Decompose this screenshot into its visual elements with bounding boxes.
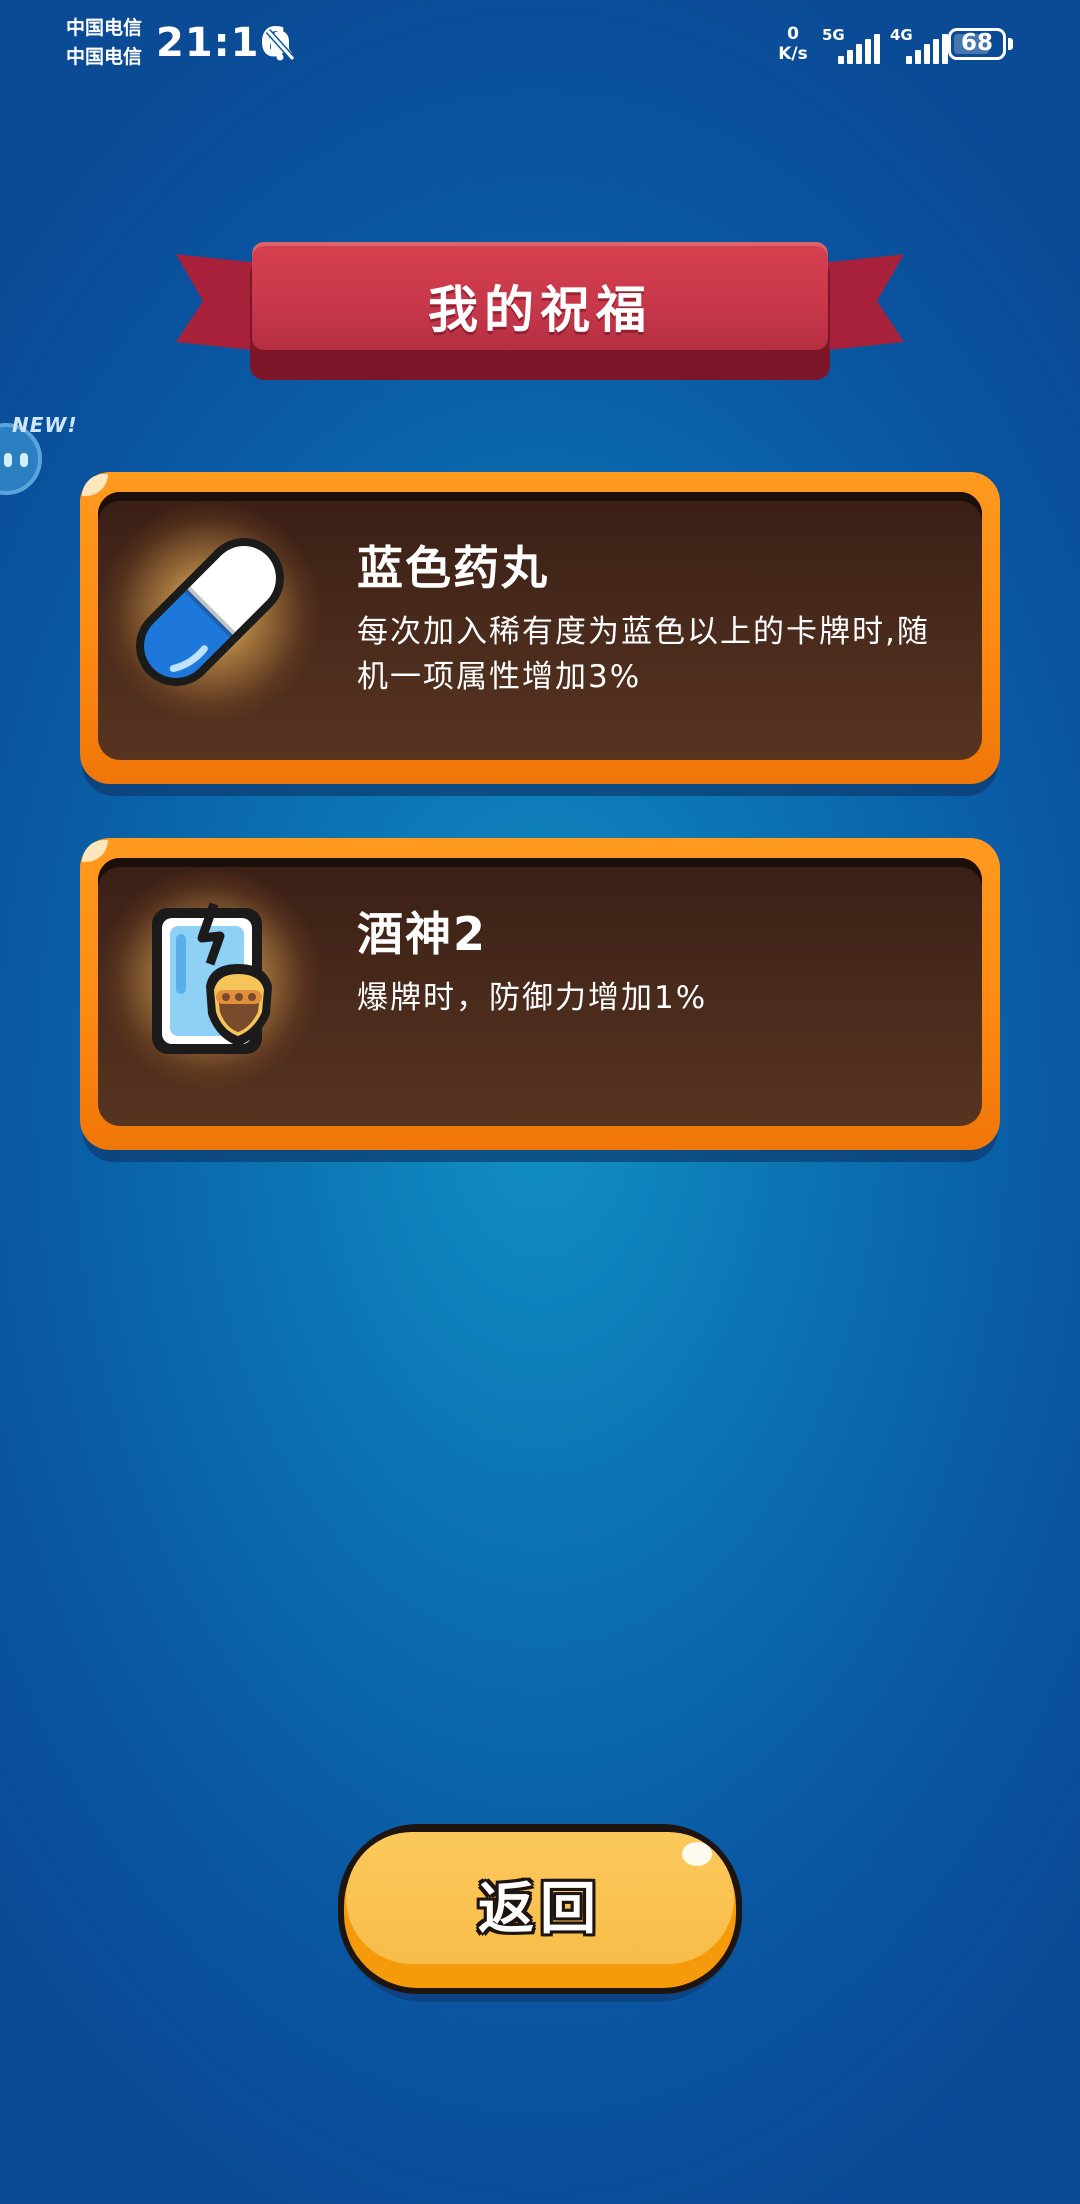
new-badge-label: NEW!	[12, 413, 78, 437]
title-banner: 我的祝福	[170, 232, 910, 382]
button-shine	[682, 1842, 712, 1866]
blessing-icon-container	[100, 868, 320, 1098]
back-button-label: 返回	[478, 1877, 602, 1942]
blessing-description: 每次加入稀有度为蓝色以上的卡牌时,随机一项属性增加3%	[357, 614, 930, 695]
signal-5g: 5G	[822, 26, 882, 64]
new-badge-button[interactable]: NEW!	[0, 405, 80, 505]
blessing-card[interactable]: 酒神2 爆牌时，防御力增加1%	[80, 838, 1000, 1162]
battery-level: 68	[960, 30, 993, 56]
status-bar: 中国电信 中国电信 21:16 0 K/s 5G 4G 68	[0, 0, 1080, 90]
carrier-1: 中国电信	[66, 17, 143, 39]
blessing-icon-container	[100, 502, 320, 732]
battery-icon: 68	[948, 28, 1006, 60]
blessing-card[interactable]: 蓝色药丸 每次加入稀有度为蓝色以上的卡牌时,随机一项属性增加3%	[80, 472, 1000, 796]
banner-plate: 我的祝福	[252, 242, 828, 350]
network-speed: 0 K/s	[776, 24, 810, 64]
carrier-2: 中国电信	[66, 46, 143, 68]
bell-muted-icon	[265, 29, 296, 61]
battery-tip	[1008, 38, 1013, 50]
signal-4g: 4G	[890, 26, 950, 64]
blessing-description: 爆牌时，防御力增加1%	[357, 980, 708, 1016]
card-shield-icon	[152, 902, 272, 1054]
network-speed-unit: K/s	[778, 44, 808, 64]
signal-bars-icon	[906, 34, 954, 64]
blessing-name: 蓝色药丸	[357, 541, 549, 595]
carrier-info: 中国电信 中国电信	[66, 14, 142, 72]
blue-pill-icon	[136, 538, 284, 686]
back-button[interactable]: 返回	[338, 1824, 742, 2002]
network-speed-value: 0	[787, 24, 799, 44]
signal-bars-icon	[838, 34, 886, 64]
blessing-name: 酒神2	[357, 907, 488, 961]
page-title: 我的祝福	[428, 281, 652, 339]
